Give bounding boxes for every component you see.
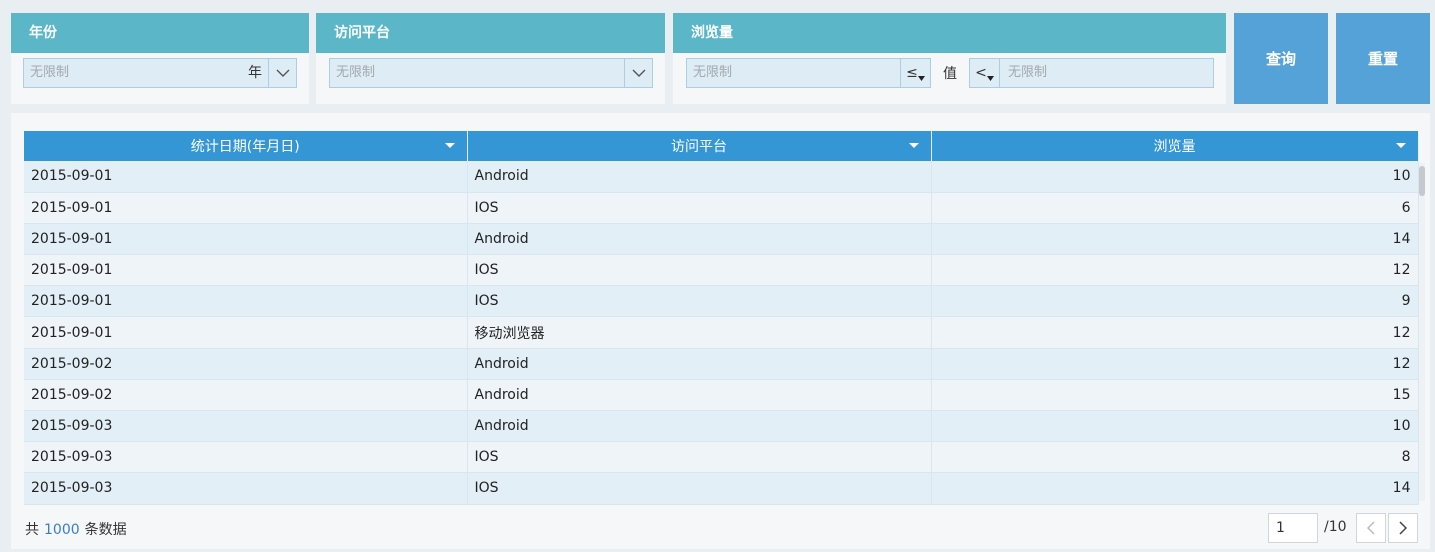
cell-date: 2015-09-01 — [24, 223, 468, 256]
cell-views: 10 — [931, 410, 1419, 443]
cell-date: 2015-09-01 — [24, 192, 468, 224]
sort-caret-icon[interactable] — [1395, 143, 1406, 148]
cell-views: 8 — [931, 441, 1419, 474]
column-header-platform[interactable]: 访问平台 — [467, 131, 932, 161]
cell-views: 9 — [931, 285, 1419, 318]
cell-date: 2015-09-01 — [24, 161, 468, 193]
cell-views: 15 — [931, 379, 1419, 412]
cell-platform: Android — [467, 379, 932, 412]
platform-filter-title: 访问平台 — [316, 13, 665, 53]
table-row[interactable]: 2015-09-01 IOS 12 — [24, 254, 1419, 287]
cell-views: 6 — [931, 192, 1419, 224]
views-min-placeholder: 无限制 — [693, 65, 733, 80]
column-header-views[interactable]: 浏览量 — [931, 131, 1419, 161]
table-row[interactable]: 2015-09-01 IOS 9 — [24, 285, 1419, 318]
cell-platform: IOS — [467, 472, 932, 505]
table-row[interactable]: 2015-09-03 Android 10 — [24, 410, 1419, 443]
platform-select[interactable]: 无限制 — [329, 58, 653, 88]
cell-date: 2015-09-02 — [24, 348, 468, 380]
query-button[interactable]: 查询 — [1234, 13, 1328, 104]
total-count: 1000 — [44, 522, 80, 538]
reset-button[interactable]: 重置 — [1336, 13, 1430, 104]
cell-platform: IOS — [467, 254, 932, 287]
views-filter-panel: 浏览量 无限制 ≤ 值 < 无限制 — [673, 13, 1226, 104]
year-placeholder: 无限制 — [30, 65, 70, 80]
min-operator-select[interactable]: ≤ — [900, 59, 930, 87]
cell-views: 14 — [931, 472, 1419, 505]
total-suffix: 条数据 — [84, 522, 127, 538]
cell-platform: Android — [467, 410, 932, 443]
platform-filter-panel: 访问平台 无限制 — [316, 13, 665, 104]
table-row[interactable]: 2015-09-03 IOS 8 — [24, 441, 1419, 474]
chevron-right-icon — [1399, 521, 1407, 535]
sort-caret-icon[interactable] — [444, 143, 455, 148]
views-min-input[interactable]: 无限制 ≤ — [686, 58, 931, 88]
cell-date: 2015-09-01 — [24, 285, 468, 318]
cell-platform: IOS — [467, 192, 932, 224]
cell-platform: Android — [467, 223, 932, 256]
chevron-down-icon[interactable] — [624, 59, 652, 87]
scrollbar-thumb[interactable] — [1419, 166, 1425, 196]
total-prefix: 共 — [25, 522, 39, 538]
chevron-down-icon[interactable] — [268, 59, 296, 87]
cell-platform: Android — [467, 161, 932, 193]
record-total: 共 1000 条数据 — [25, 519, 127, 539]
sort-caret-icon[interactable] — [908, 143, 919, 148]
prev-page-button[interactable] — [1356, 513, 1386, 543]
table-row[interactable]: 2015-09-02 Android 15 — [24, 379, 1419, 412]
year-select[interactable]: 无限制 年 — [23, 58, 297, 88]
views-value-label: 值 — [943, 66, 957, 82]
max-operator-select[interactable]: < — [970, 59, 1000, 87]
cell-views: 10 — [931, 161, 1419, 193]
caret-down-icon — [986, 75, 994, 81]
table-row[interactable]: 2015-09-01 Android 14 — [24, 223, 1419, 256]
table-header-row: 统计日期(年月日) 访问平台 浏览量 — [24, 131, 1419, 161]
table-scrollbar[interactable] — [1419, 163, 1425, 501]
table-row[interactable]: 2015-09-01 移动浏览器 12 — [24, 316, 1419, 349]
cell-platform: Android — [467, 348, 932, 380]
year-filter-title: 年份 — [11, 13, 309, 53]
caret-down-icon — [917, 75, 925, 81]
cell-platform: IOS — [467, 285, 932, 318]
cell-date: 2015-09-01 — [24, 254, 468, 287]
cell-views: 14 — [931, 223, 1419, 256]
cell-platform: 移动浏览器 — [467, 316, 932, 349]
platform-placeholder: 无限制 — [336, 65, 376, 80]
page-total: /10 — [1324, 519, 1347, 535]
table-row[interactable]: 2015-09-03 IOS 14 — [24, 472, 1419, 505]
views-max-placeholder: 无限制 — [1008, 65, 1048, 80]
cell-views: 12 — [931, 316, 1419, 349]
table-row[interactable]: 2015-09-01 IOS 6 — [24, 192, 1419, 224]
cell-platform: IOS — [467, 441, 932, 474]
table-row[interactable]: 2015-09-01 Android 10 — [24, 161, 1419, 193]
min-operator-label: ≤ — [906, 65, 918, 81]
column-header-date[interactable]: 统计日期(年月日) — [24, 131, 468, 161]
page-number-input[interactable]: 1 — [1268, 513, 1318, 543]
year-filter-panel: 年份 无限制 年 — [11, 13, 309, 104]
table-body: 2015-09-01 Android 10 2015-09-01 IOS 6 2015-09… — [24, 161, 1419, 505]
views-max-input[interactable]: < 无限制 — [969, 58, 1214, 88]
cell-date: 2015-09-03 — [24, 410, 468, 443]
cell-views: 12 — [931, 254, 1419, 287]
views-filter-title: 浏览量 — [673, 13, 1226, 53]
year-suffix: 年 — [248, 65, 262, 81]
max-operator-label: < — [975, 65, 987, 81]
data-table: 统计日期(年月日) 访问平台 浏览量 2015-09-01 Android 10 20… — [24, 131, 1419, 505]
next-page-button[interactable] — [1388, 513, 1418, 543]
cell-date: 2015-09-02 — [24, 379, 468, 412]
table-row[interactable]: 2015-09-02 Android 12 — [24, 348, 1419, 380]
data-grid-panel: 统计日期(年月日) 访问平台 浏览量 2015-09-01 Android 10 20… — [11, 113, 1430, 549]
chevron-left-icon — [1367, 521, 1375, 535]
cell-date: 2015-09-03 — [24, 441, 468, 474]
cell-date: 2015-09-01 — [24, 316, 468, 349]
cell-date: 2015-09-03 — [24, 472, 468, 505]
cell-views: 12 — [931, 348, 1419, 380]
